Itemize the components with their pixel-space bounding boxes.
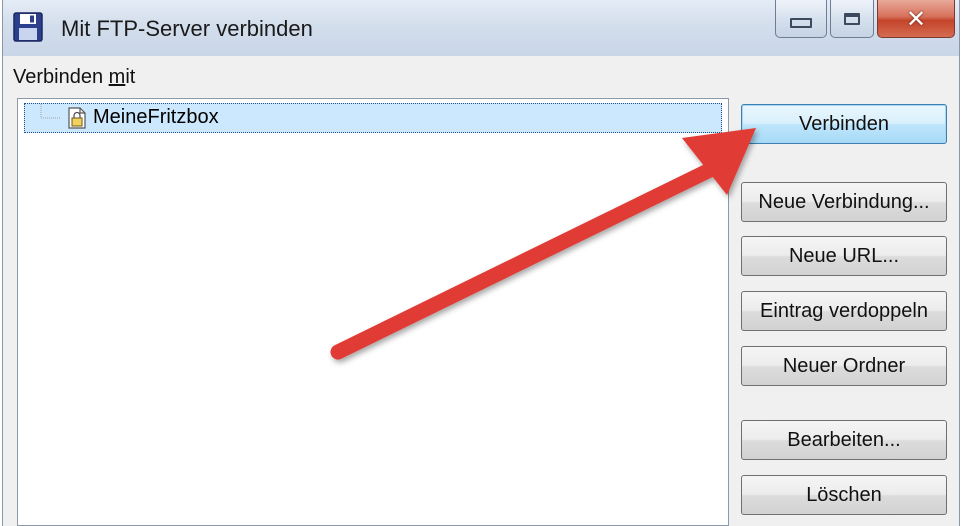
connect-with-label: Verbinden mit <box>13 66 135 89</box>
connect-label-mnemonic: m <box>108 66 126 88</box>
connect-label-prefix: Verbinden <box>13 66 109 88</box>
connect-button[interactable]: Verbinden <box>741 104 947 144</box>
new-connection-button[interactable]: Neue Verbindung... <box>741 182 947 222</box>
title-bar[interactable]: Mit FTP-Server verbinden ✕ <box>3 0 959 56</box>
window-title: Mit FTP-Server verbinden <box>61 16 313 41</box>
close-icon: ✕ <box>905 4 927 33</box>
tree-connector-lines <box>40 104 61 119</box>
caption-buttons: ✕ <box>775 0 955 44</box>
connection-tree[interactable]: MeineFritzbox <box>17 98 729 526</box>
ftp-connect-dialog: Mit FTP-Server verbinden ✕ Verbinden mit <box>2 0 960 526</box>
tree-item-label: MeineFritzbox <box>93 106 219 128</box>
connect-label-suffix: it <box>125 66 136 88</box>
new-folder-button[interactable]: Neuer Ordner <box>741 346 947 386</box>
duplicate-entry-button[interactable]: Eintrag verdoppeln <box>741 291 947 331</box>
maximize-icon <box>844 12 860 25</box>
ftp-entry-icon <box>68 107 86 129</box>
minimize-icon <box>790 17 812 28</box>
close-button[interactable]: ✕ <box>877 0 955 38</box>
edit-button[interactable]: Bearbeiten... <box>741 420 947 460</box>
delete-button[interactable]: Löschen <box>741 475 947 515</box>
minimize-button[interactable] <box>775 0 827 38</box>
maximize-button[interactable] <box>830 0 874 38</box>
new-url-button[interactable]: Neue URL... <box>741 236 947 276</box>
tree-item-meinefritzbox[interactable]: MeineFritzbox <box>24 103 722 133</box>
floppy-disk-icon <box>13 12 43 42</box>
